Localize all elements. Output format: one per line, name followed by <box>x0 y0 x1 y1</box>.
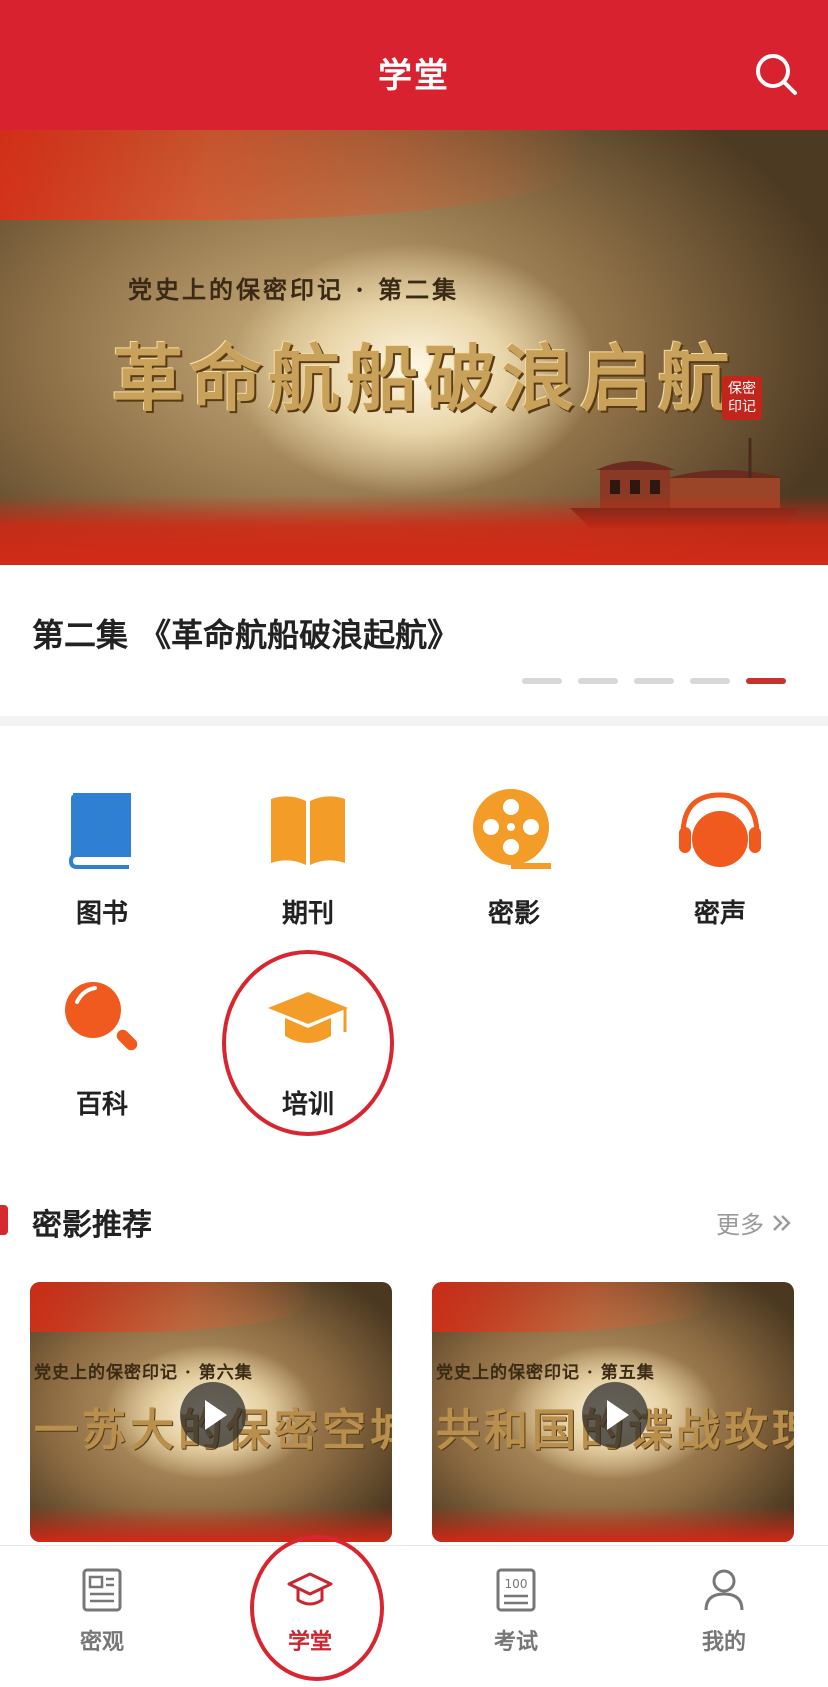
highlight-circle <box>250 1535 384 1681</box>
bottom-tab-bar: 密观 学堂 100 考试 我的 <box>0 1545 828 1687</box>
open-book-icon <box>271 796 345 865</box>
person-icon <box>704 1569 744 1611</box>
more-link[interactable]: 更多 <box>716 1205 794 1240</box>
section-accent-bar <box>0 1205 8 1235</box>
category-label: 图书 <box>75 899 128 929</box>
carousel-indicator <box>522 678 786 684</box>
category-label: 期刊 <box>281 899 334 929</box>
newspaper-icon <box>82 1568 122 1612</box>
tab-label: 考试 <box>493 1629 538 1655</box>
tab-label: 密观 <box>79 1629 124 1655</box>
carousel-dot[interactable] <box>634 678 674 684</box>
card-decor-bottom <box>30 1506 392 1542</box>
carousel-dot[interactable] <box>522 678 562 684</box>
highlight-circle <box>222 950 394 1136</box>
banner-decor-streak <box>0 130 580 220</box>
video-subtitle: 党史上的保密印记 · 第五集 <box>436 1363 655 1383</box>
category-label: 密影 <box>487 899 540 929</box>
search-icon[interactable] <box>752 50 800 98</box>
section-title: 密影推荐 <box>32 1208 152 1243</box>
card-decor <box>432 1282 712 1332</box>
card-decor <box>30 1282 310 1332</box>
film-reel-icon <box>473 789 551 869</box>
category-books[interactable]: 图书 <box>22 785 182 930</box>
double-chevron-right-icon <box>773 1214 791 1231</box>
category-videos[interactable]: 密影 <box>434 785 594 930</box>
hero-banner[interactable]: 党史上的保密印记 · 第二集 革命航船破浪启航 保密 印记 <box>0 130 828 565</box>
banner-caption[interactable]: 第二集 《革命航船破浪起航》 <box>32 610 459 656</box>
page-title: 学堂 <box>378 56 450 96</box>
carousel-dot[interactable] <box>690 678 730 684</box>
play-icon[interactable] <box>582 1382 648 1448</box>
category-journals[interactable]: 期刊 <box>228 785 388 930</box>
banner-seal-stamp: 保密 印记 <box>722 376 762 420</box>
section-divider <box>0 716 828 726</box>
svg-text:100: 100 <box>505 1577 528 1591</box>
tab-label: 我的 <box>701 1629 746 1655</box>
score-sheet-icon: 100 <box>496 1568 536 1612</box>
video-card[interactable]: 党史上的保密印记 · 第六集 一苏大的保密空城计 <box>30 1282 392 1542</box>
headphones-icon <box>679 792 761 867</box>
video-card[interactable]: 党史上的保密印记 · 第五集 共和国的谍战玫瑰 <box>432 1282 794 1542</box>
top-bar: 学堂 <box>0 0 828 130</box>
banner-subtitle: 党史上的保密印记 · 第二集 <box>128 275 460 304</box>
banner-title: 革命航船破浪启航 <box>112 336 737 421</box>
book-icon <box>68 793 131 869</box>
more-label: 更多 <box>716 1211 764 1239</box>
category-label: 百科 <box>75 1090 128 1120</box>
tab-miguan[interactable]: 密观 <box>42 1566 162 1656</box>
banner-decor-bottom <box>0 495 828 565</box>
play-icon[interactable] <box>180 1382 246 1448</box>
carousel-dot[interactable] <box>578 678 618 684</box>
magnifier-icon <box>65 982 138 1051</box>
tab-wode[interactable]: 我的 <box>664 1566 784 1656</box>
tab-kaoshi[interactable]: 100 考试 <box>456 1566 576 1656</box>
card-decor-bottom <box>432 1506 794 1542</box>
category-audio[interactable]: 密声 <box>640 785 800 930</box>
carousel-dot-active[interactable] <box>746 678 786 684</box>
video-subtitle: 党史上的保密印记 · 第六集 <box>34 1363 253 1383</box>
category-encyclopedia[interactable]: 百科 <box>22 976 182 1121</box>
category-label: 密声 <box>693 899 746 929</box>
